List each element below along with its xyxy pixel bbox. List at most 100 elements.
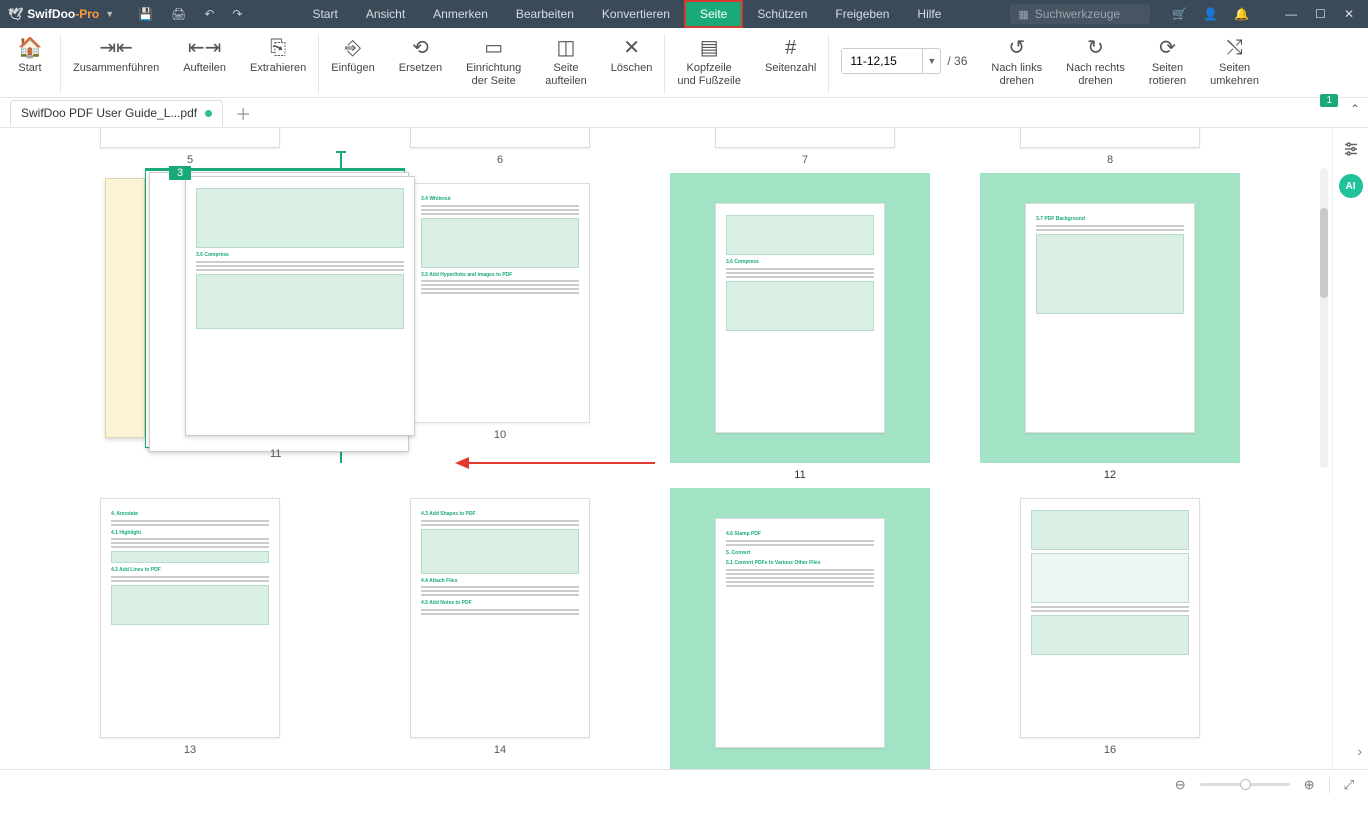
collapse-ribbon-icon[interactable]: ⌃ [1350,102,1360,116]
thumb-10[interactable]: 3.4 Whiteout 3.5 Add Hyperlinks and Imag… [410,183,590,441]
reverse-pages-label2: umkehren [1210,75,1259,88]
zoom-slider-knob[interactable] [1240,779,1251,790]
page-range-input[interactable] [842,49,922,73]
rotate-right-button[interactable]: ↻ Nach rechts drehen [1054,34,1137,90]
insert-button[interactable]: ⎆ Einfügen [319,34,386,77]
thumb-12-selected[interactable]: 3.7 PDF Background 12 [980,173,1240,481]
minimize-icon[interactable]: — [1285,7,1297,21]
print-icon[interactable]: 🖨 [171,7,186,21]
page-range-dropdown-icon[interactable]: ▼ [922,49,940,73]
rotate-pages-button[interactable]: ⟳ Seiten rotieren [1137,34,1198,90]
thumb-13[interactable]: 4. Annotate 4.1 Highlight 4.2 Add Lines … [100,498,280,756]
document-tab[interactable]: SwifDoo PDF User Guide_L...pdf [10,100,223,126]
rotate-pages-label1: Seiten [1152,62,1183,75]
page-setup-label2: der Seite [472,75,516,88]
menu-start[interactable]: Start [298,0,351,28]
save-icon[interactable]: 💾 [138,7,153,21]
side-expand-icon[interactable]: › [1357,743,1362,759]
delete-icon: ✕ [623,36,640,60]
thumb-14-label: 14 [494,744,506,756]
search-tools-box[interactable]: ▦ Suchwerkzeuge [1010,4,1150,24]
redo-icon[interactable]: ↷ [232,7,242,21]
merge-button[interactable]: ⇥⇤ Zusammenführen [61,34,171,77]
header-footer-label2: und Fußzeile [677,75,741,88]
app-menu-caret-icon[interactable]: ▼ [105,9,114,19]
settings-icon[interactable] [1340,138,1362,160]
page-range-combo[interactable]: ▼ [841,48,941,74]
thumb-8[interactable]: 8 [1020,128,1200,166]
close-icon[interactable]: ✕ [1344,7,1354,21]
page-indicator-badge: 1 [1320,94,1338,107]
home-icon: 🏠 [18,36,43,60]
rotate-left-icon: ↺ [1008,36,1025,60]
menu-ansicht[interactable]: Ansicht [352,0,419,28]
extract-button[interactable]: ⎘ Extrahieren [238,34,318,77]
split-button[interactable]: ⇤⇥ Aufteilen [171,34,238,77]
bell-icon[interactable]: 🔔 [1234,7,1249,21]
replace-label: Ersetzen [399,62,442,75]
thumb-7[interactable]: 7 [715,128,895,166]
menu-konvertieren[interactable]: Konvertieren [588,0,684,28]
menu-bearbeiten[interactable]: Bearbeiten [502,0,588,28]
thumb-15-selected[interactable]: 4.6 Stamp PDF 5. Convert 5.1 Convert PDF… [670,488,930,769]
reverse-pages-icon: ⤭ [1227,36,1243,60]
zoom-slider[interactable] [1200,783,1290,786]
zoom-out-icon[interactable]: ⊖ [1175,777,1186,793]
menu-freigeben[interactable]: Freigeben [821,0,903,28]
thumb-11-selected[interactable]: 3.6 Compress 11 [670,173,930,481]
user-icon[interactable]: 👤 [1203,7,1218,21]
replace-button[interactable]: ⟲ Ersetzen [387,34,454,77]
thumb-6-label: 6 [497,154,503,166]
delete-button[interactable]: ✕ Löschen [599,34,665,77]
thumb-6[interactable]: 6 [410,128,590,166]
quick-access-toolbar: 💾 🖨 ↶ ↷ [122,7,258,21]
ribbon-toolbar: 🏠 Start ⇥⇤ Zusammenführen ⇤⇥ Aufteilen ⎘… [0,28,1368,98]
header-footer-icon: ▤ [700,36,719,60]
menu-anmerken[interactable]: Anmerken [419,0,502,28]
search-placeholder: Suchwerkzeuge [1035,7,1120,21]
merge-label: Zusammenführen [73,62,159,75]
rotate-right-label1: Nach rechts [1066,62,1125,75]
split-page-button[interactable]: ◫ Seite aufteilen [533,34,599,90]
side-rail: AI [1332,128,1368,769]
start-button[interactable]: 🏠 Start [0,34,60,77]
main-area: 5 6 7 8 3.4 Whiteout 3.5 Add Hyperlinks … [0,128,1368,799]
unsaved-dot-icon [205,110,212,117]
status-bar: ⊖ ⊕ ⤢ [0,769,1368,799]
rotate-right-label2: drehen [1078,75,1112,88]
reverse-pages-button[interactable]: ⤭ Seiten umkehren [1198,34,1271,90]
menu-hilfe[interactable]: Hilfe [903,0,955,28]
page-grid-canvas[interactable]: 5 6 7 8 3.4 Whiteout 3.5 Add Hyperlinks … [0,128,1332,769]
zoom-in-icon[interactable]: ⊕ [1304,777,1315,793]
split-page-label1: Seite [553,62,578,75]
thumb-10-label: 10 [494,429,506,441]
thumb-13-label: 13 [184,744,196,756]
add-tab-button[interactable]: ＋ [235,101,251,125]
undo-icon[interactable]: ↶ [204,7,214,21]
page-total-label: / 36 [947,54,967,68]
thumb-14[interactable]: 4.3 Add Shapes to PDF 4.4 Attach Files 4… [410,498,590,756]
page-setup-button[interactable]: ▭ Einrichtung der Seite [454,34,533,90]
menu-seite[interactable]: Seite [684,0,743,28]
header-footer-button[interactable]: ▤ Kopfzeile und Fußzeile [665,34,753,90]
thumb-16[interactable]: 16 [1020,498,1200,756]
top-menu-bar: 🕊 SwifDoo -Pro ▼ 💾 🖨 ↶ ↷ Start Ansicht A… [0,0,1368,28]
rotate-left-button[interactable]: ↺ Nach links drehen [979,34,1054,90]
thumb-5[interactable]: 5 [100,128,280,166]
header-footer-label1: Kopfzeile [687,62,732,75]
menu-schuetzen[interactable]: Schützen [743,0,821,28]
document-tab-title: SwifDoo PDF User Guide_L...pdf [21,106,197,120]
vertical-scrollbar[interactable] [1320,168,1328,468]
insert-icon: ⎆ [345,36,361,60]
ai-badge-icon[interactable]: AI [1339,174,1363,198]
split-page-label2: aufteilen [545,75,587,88]
reverse-pages-label1: Seiten [1219,62,1250,75]
thumb-8-label: 8 [1107,154,1113,166]
fit-page-icon[interactable]: ⤢ [1344,777,1354,793]
page-number-button[interactable]: # Seitenzahl [753,34,828,77]
cart-icon[interactable]: 🛒 [1172,7,1187,21]
maximize-icon[interactable]: ☐ [1315,7,1326,21]
scrollbar-thumb[interactable] [1320,208,1328,298]
split-page-icon: ◫ [557,36,576,60]
start-label: Start [18,62,41,75]
